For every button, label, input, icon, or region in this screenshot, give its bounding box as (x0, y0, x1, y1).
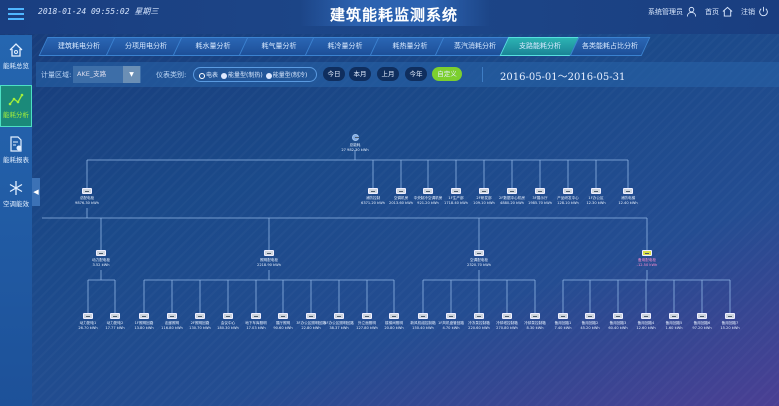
node-value: 27 982.30 kWh (341, 147, 369, 152)
meter-icon (507, 188, 517, 194)
meter-icon (669, 313, 679, 319)
tree-node[interactable]: 备用配电柜 -12.50 kWh (630, 250, 664, 267)
meter-icon (96, 250, 106, 256)
node-value: 3.52 kWh (92, 262, 110, 267)
meter-icon (623, 188, 633, 194)
node-value: -12.50 kWh (636, 262, 658, 267)
meter-icon (82, 188, 92, 194)
meter-icon (613, 313, 623, 319)
meter-icon (423, 188, 433, 194)
meter-icon (530, 313, 540, 319)
meter-icon (642, 250, 652, 256)
tree-node[interactable]: 动力配电柜 3.52 kWh (84, 250, 118, 267)
node-value: 12.40 kWh (618, 200, 638, 205)
meter-icon (451, 188, 461, 194)
node-value: 2218.90 kWh (257, 262, 281, 267)
meter-icon (474, 313, 484, 319)
meter-icon (167, 313, 177, 319)
tree-node[interactable]: 消防电梯 12.40 kWh (611, 188, 645, 205)
meter-icon (362, 313, 372, 319)
meter-icon (446, 313, 456, 319)
tree-node[interactable]: 总能耗 27 982.30 kWh (338, 134, 372, 152)
meter-icon (334, 313, 344, 319)
meter-icon (223, 313, 233, 319)
meter-icon (368, 188, 378, 194)
meter-icon (641, 313, 651, 319)
node-value: 12.30 kWh (586, 200, 606, 205)
meter-icon (474, 250, 484, 256)
meter-icon (479, 188, 489, 194)
meter-icon (139, 313, 149, 319)
node-value: 15.20 kWh (720, 325, 740, 330)
node-value: 9876.30 kWh (75, 200, 99, 205)
meter-icon (396, 188, 406, 194)
tree-node[interactable]: 照明配电柜 2218.90 kWh (252, 250, 286, 267)
meter-icon (306, 313, 316, 319)
meter-icon (563, 188, 573, 194)
tree-node[interactable]: 总配电柜 9876.30 kWh (70, 188, 104, 205)
node-value: 2320.70 kWh (467, 262, 491, 267)
meter-icon (591, 188, 601, 194)
meter-icon (389, 313, 399, 319)
meter-icon (535, 188, 545, 194)
meter-icon (725, 313, 735, 319)
meter-icon (110, 313, 120, 319)
meter-icon (264, 250, 274, 256)
meter-icon (418, 313, 428, 319)
meter-icon (195, 313, 205, 319)
meter-icon (251, 313, 261, 319)
meter-icon (278, 313, 288, 319)
root-icon (351, 134, 359, 141)
tree-node[interactable]: 空调配电柜 2320.70 kWh (462, 250, 496, 267)
meter-icon (697, 313, 707, 319)
meter-icon (502, 313, 512, 319)
tree-node[interactable]: 备用回路7 15.20 kWh (713, 313, 747, 330)
meter-icon (585, 313, 595, 319)
meter-icon (558, 313, 568, 319)
tree-node[interactable]: 1F办公区 12.30 kWh (579, 188, 613, 205)
meter-icon (83, 313, 93, 319)
